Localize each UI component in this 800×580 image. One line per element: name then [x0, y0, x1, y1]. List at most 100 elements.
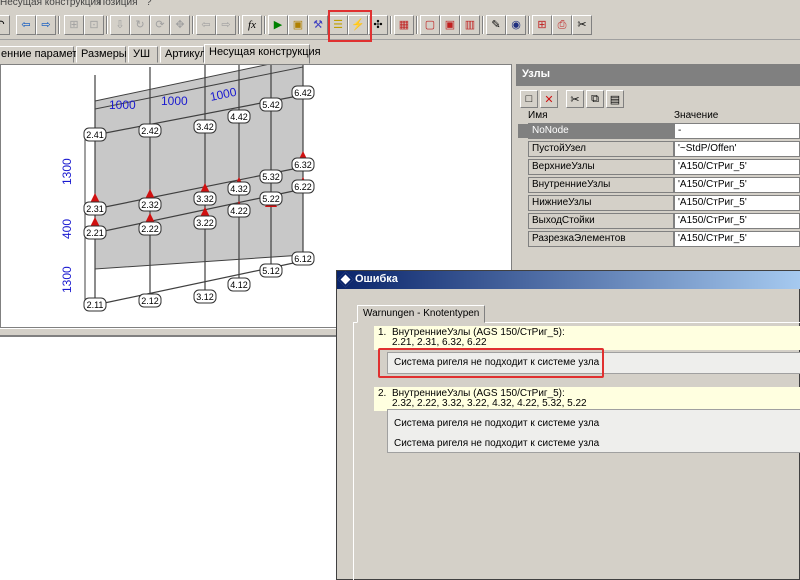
next-button[interactable]: ⇨: [216, 15, 236, 35]
toolbar-separator: [106, 16, 108, 34]
back-button[interactable]: ⇦: [16, 15, 36, 35]
node-label[interactable]: 3.22: [196, 218, 214, 228]
tab-warnings[interactable]: Warnungen - Knotentypen: [357, 305, 486, 323]
node-label[interactable]: 3.12: [196, 292, 214, 302]
property-value[interactable]: 'A150/СтРиг_5': [674, 231, 800, 247]
warning-number: 1.: [378, 327, 387, 338]
warning-message: Система ригеля не подходит к системе узл…: [394, 438, 600, 449]
refresh-button[interactable]: ⟳: [150, 15, 170, 35]
tab-article[interactable]: Артикул: [160, 46, 206, 63]
zoom-button[interactable]: ⊡: [84, 15, 104, 35]
build-button[interactable]: ▣: [288, 15, 308, 35]
property-row[interactable]: ВнутренниеУзлы 'A150/СтРиг_5': [516, 176, 800, 194]
print-button[interactable]: ⎙: [552, 15, 572, 35]
tab-ush[interactable]: УШ: [128, 46, 158, 63]
undo-button[interactable]: ↶: [0, 15, 10, 35]
frame-button[interactable]: ▢: [420, 15, 440, 35]
node-label[interactable]: 5.12: [262, 266, 280, 276]
cut-section-button[interactable]: ⊞: [532, 15, 552, 35]
warning-item: 2. ВнутренниеУзлы (AGS 150/СтРиг_5): 2.3…: [374, 387, 800, 411]
delete-icon: ✕: [544, 93, 554, 106]
paste-button[interactable]: ▤: [606, 90, 624, 108]
top-dim-label: 1000: [161, 94, 188, 108]
node-label[interactable]: 6.22: [294, 182, 312, 192]
arrow-right-icon: ⇨: [41, 18, 51, 31]
property-row[interactable]: РазрезкаЭлементов 'A150/СтРиг_5': [516, 230, 800, 248]
grid-button[interactable]: ⊞: [64, 15, 84, 35]
rotate-button[interactable]: ↻: [130, 15, 150, 35]
node-label[interactable]: 2.22: [141, 224, 159, 234]
arrow-icon: ↶: [0, 19, 5, 31]
menu-item-help[interactable]: ?: [146, 0, 152, 8]
property-row[interactable]: НижниеУзлы 'A150/СтРиг_5': [516, 194, 800, 212]
property-row[interactable]: NoNode -: [516, 122, 800, 140]
nodes-panel: Узлы □ ✕ ✂ ⧉ ▤ Имя Значение NoNode - Пус…: [516, 64, 800, 274]
dialog-title[interactable]: Ошибка: [337, 271, 800, 289]
menu-item-position[interactable]: Позиция: [98, 0, 138, 8]
eye-icon: ◉: [511, 18, 521, 31]
view-button[interactable]: ◉: [506, 15, 526, 35]
node-label[interactable]: 5.32: [262, 172, 280, 182]
move-icon: ⇩: [115, 18, 125, 31]
left-dim-label: 400: [60, 219, 74, 239]
property-row[interactable]: ВерхниеУзлы 'A150/СтРиг_5': [516, 158, 800, 176]
panel-button[interactable]: ▥: [460, 15, 480, 35]
formula-button[interactable]: fx: [242, 15, 262, 35]
node-label[interactable]: 3.42: [196, 122, 214, 132]
forward-button[interactable]: ⇨: [36, 15, 56, 35]
rotate-icon: ↻: [135, 18, 145, 31]
node-label[interactable]: 2.12: [141, 296, 159, 306]
property-value[interactable]: 'A150/СтРиг_5': [674, 195, 800, 211]
node-label[interactable]: 6.32: [294, 160, 312, 170]
node-label[interactable]: 5.42: [262, 100, 280, 110]
delete-button[interactable]: ✕: [540, 90, 558, 108]
table-button[interactable]: ▦: [394, 15, 414, 35]
panel-toolbar: □ ✕ ✂ ⧉ ▤: [516, 88, 800, 110]
run-button[interactable]: ▶: [268, 15, 288, 35]
node-label[interactable]: 3.32: [196, 194, 214, 204]
window-button[interactable]: ▣: [440, 15, 460, 35]
settings-button[interactable]: ⚒: [308, 15, 328, 35]
property-value[interactable]: -: [674, 123, 800, 139]
move-down-button[interactable]: ⇩: [110, 15, 130, 35]
tab-dimensions[interactable]: Размеры: [76, 46, 127, 63]
property-value[interactable]: '~StdP/Offen': [674, 141, 800, 157]
node-label[interactable]: 2.41: [86, 130, 104, 140]
node-label[interactable]: 4.32: [230, 184, 248, 194]
pan-button[interactable]: ✥: [170, 15, 190, 35]
tab-parameters[interactable]: енние параметры: [0, 46, 91, 63]
node-label[interactable]: 5.22: [262, 194, 280, 204]
property-value[interactable]: 'A150/СтРиг_5': [674, 213, 800, 229]
toolbar-separator: [482, 16, 484, 34]
property-value[interactable]: 'A150/СтРиг_5': [674, 159, 800, 175]
node-label[interactable]: 6.12: [294, 254, 312, 264]
node-label[interactable]: 4.12: [230, 280, 248, 290]
node-label[interactable]: 2.42: [141, 126, 159, 136]
tab-structure[interactable]: Несущая конструкция: [204, 44, 321, 64]
warning-message: Система ригеля не подходит к системе узл…: [394, 418, 600, 429]
copy-button[interactable]: ⧉: [586, 90, 604, 108]
menu-item-structure[interactable]: Несущая конструкция: [0, 0, 101, 8]
column-header-value: Значение: [674, 110, 719, 121]
edit-button[interactable]: ✎: [486, 15, 506, 35]
node-label[interactable]: 2.32: [141, 200, 159, 210]
scissors-icon: ✂: [570, 93, 580, 106]
property-row[interactable]: ВыходСтойки 'A150/СтРиг_5': [516, 212, 800, 230]
cut-button[interactable]: ✂: [566, 90, 584, 108]
property-name: ВыходСтойки: [528, 213, 674, 229]
node-label[interactable]: 2.11: [87, 300, 104, 310]
column-header-name: Имя: [528, 110, 548, 121]
property-name: РазрезкаЭлементов: [528, 231, 674, 247]
node-label[interactable]: 4.42: [230, 112, 248, 122]
tools-button[interactable]: ✂: [572, 15, 592, 35]
new-button[interactable]: □: [520, 90, 538, 108]
node-label[interactable]: 2.21: [86, 228, 104, 238]
property-value[interactable]: 'A150/СтРиг_5': [674, 177, 800, 193]
node-label[interactable]: 2.31: [86, 204, 104, 214]
node-label[interactable]: 6.42: [294, 88, 312, 98]
node-label[interactable]: 4.22: [230, 206, 248, 216]
warning-number: 2.: [378, 388, 387, 399]
prev-button[interactable]: ⇦: [196, 15, 216, 35]
property-row[interactable]: ПустойУзел '~StdP/Offen': [516, 140, 800, 158]
left-dim-label: 1300: [60, 266, 74, 293]
